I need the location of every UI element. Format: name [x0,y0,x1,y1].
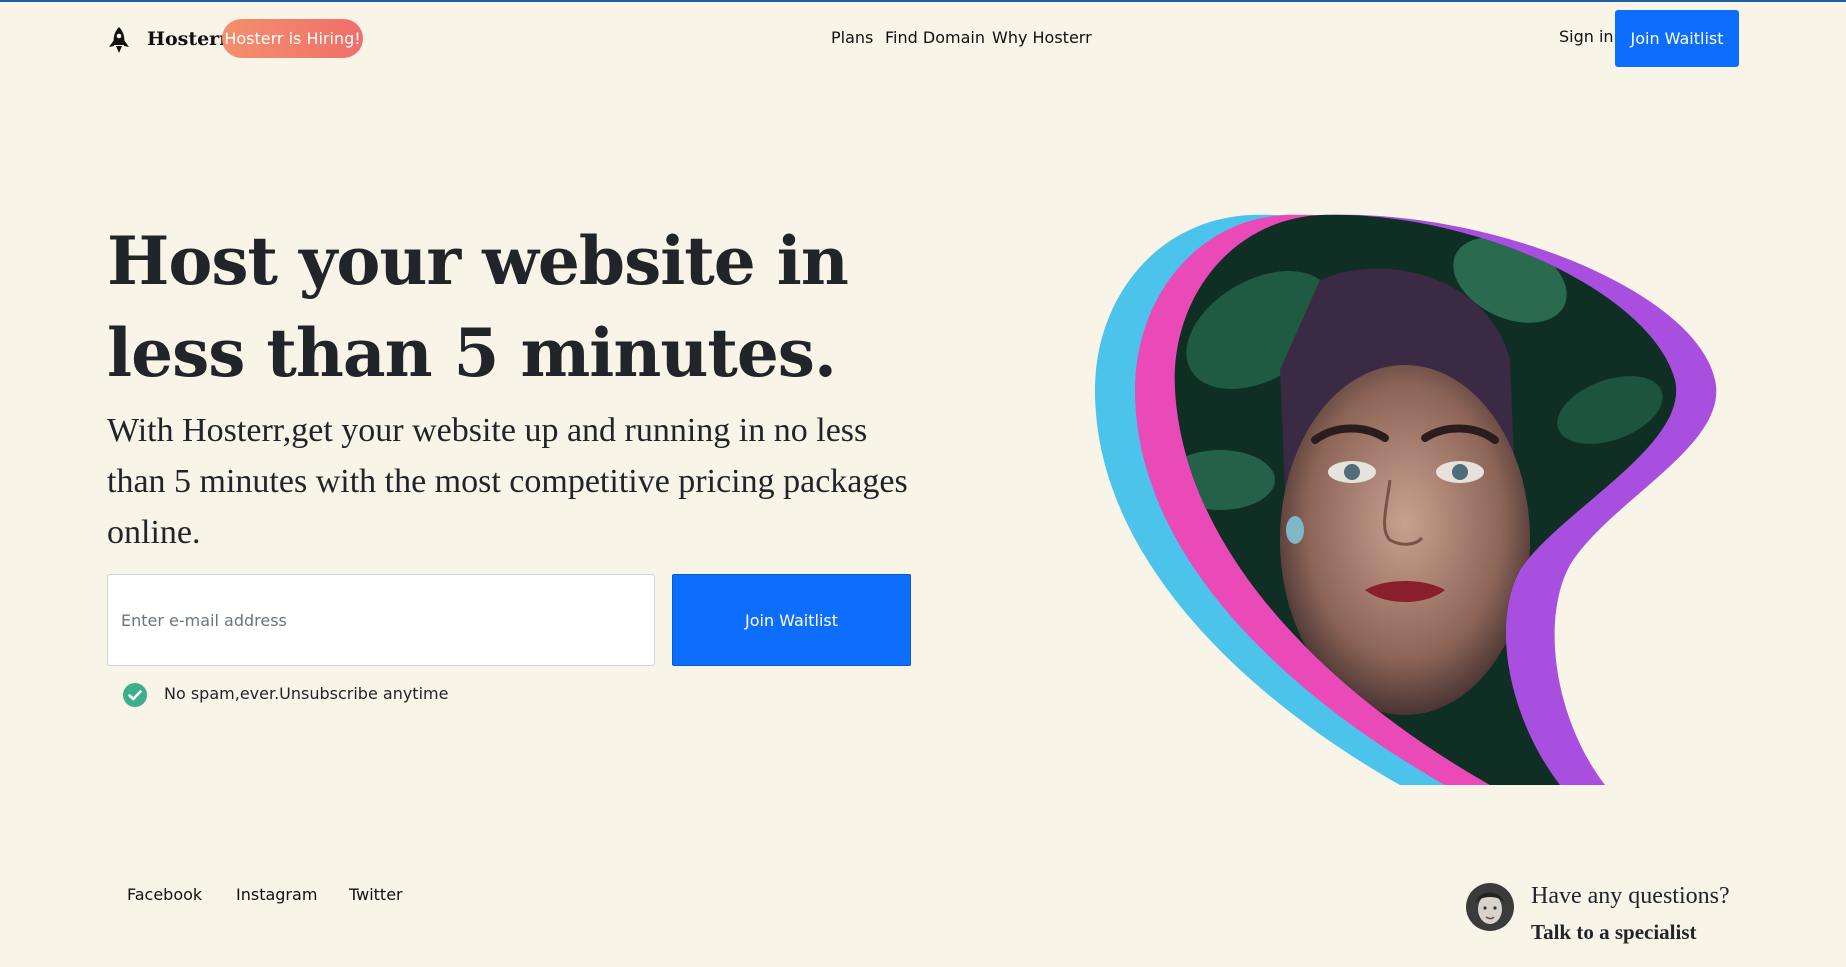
rocket-icon[interactable] [106,26,132,54]
talk-to-specialist-link[interactable]: Talk to a specialist [1531,920,1697,945]
no-spam-note: No spam,ever.Unsubscribe anytime [164,684,449,703]
hero-title: Host your website in less than 5 minutes… [107,215,867,399]
sign-in-link[interactable]: Sign in [1559,27,1614,46]
hero-title-line-1: Host your website in [107,222,849,300]
twitter-link[interactable]: Twitter [349,885,403,904]
email-input[interactable] [107,574,655,666]
check-circle-icon [123,683,147,707]
facebook-link[interactable]: Facebook [127,885,202,904]
hero-title-line-2: less than 5 minutes. [107,314,837,392]
join-waitlist-button[interactable]: Join Waitlist [672,574,911,666]
join-waitlist-header-button[interactable]: Join Waitlist [1615,10,1739,67]
questions-heading: Have any questions? [1531,883,1730,909]
hero-subtitle: With Hosterr,get your website up and run… [107,412,908,551]
instagram-link[interactable]: Instagram [236,885,317,904]
nav-plans[interactable]: Plans [831,28,873,47]
hero-image [1095,214,1717,786]
brand-name[interactable]: Hosterr [147,28,229,50]
avatar[interactable] [1466,883,1514,931]
nav-why-hosterr[interactable]: Why Hosterr [992,28,1092,47]
hiring-badge[interactable]: Hosterr is Hiring! [222,19,363,58]
nav-find-domain[interactable]: Find Domain [885,28,985,47]
top-accent-line [0,0,1846,2]
